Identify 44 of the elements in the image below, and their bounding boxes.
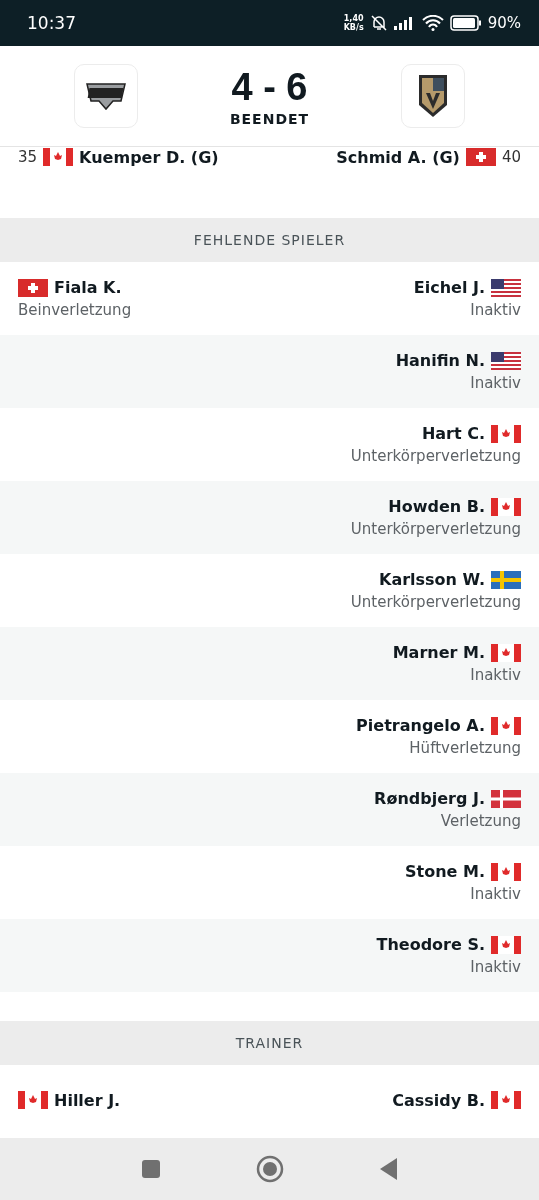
player-name: Stone M.	[405, 862, 485, 881]
absence-reason: Inaktiv	[470, 301, 521, 319]
player-name: Karlsson W.	[379, 570, 485, 589]
player-name: Kuemper D. (G)	[79, 147, 219, 167]
battery-icon	[449, 15, 482, 31]
player-name: Theodore S.	[376, 935, 485, 954]
match-status: BEENDET	[229, 110, 310, 127]
player-name: Pietrangelo A.	[356, 716, 485, 735]
absence-reason: Unterkörperverletzung	[350, 520, 521, 538]
net-speed: 1,40	[343, 14, 364, 23]
player-name: Hart C.	[421, 424, 485, 443]
absence-reason: Inaktiv	[470, 666, 521, 684]
absence-reason: Verletzung	[440, 812, 521, 830]
player-name: Howden B.	[388, 497, 485, 516]
section-header: TRAINER	[0, 1021, 539, 1065]
absence-reason: Hüftverletzung	[409, 739, 521, 757]
player-name: Schmid A. (G)	[336, 147, 460, 167]
player-name: Hiller J.	[54, 1090, 121, 1110]
square-icon[interactable]	[140, 1159, 161, 1179]
absence-reason: Unterkörperverletzung	[350, 593, 521, 611]
player-name: Hanifin N.	[395, 351, 485, 370]
player-name: Fiala K.	[54, 278, 122, 297]
absence-reason: Inaktiv	[470, 885, 521, 903]
jersey-number: 35	[18, 148, 38, 166]
battery-level: 90%	[487, 14, 521, 32]
jersey-number: 40	[501, 148, 521, 166]
score: 4 - 6	[231, 65, 308, 109]
absence-reason: Inaktiv	[470, 958, 521, 976]
wifi-icon	[421, 15, 444, 31]
absence-reason: Beinverletzung	[18, 301, 132, 319]
player-name: Cassidy B.	[392, 1090, 485, 1110]
team-logo[interactable]	[401, 64, 465, 128]
net-speed-unit: KB/s	[343, 23, 364, 32]
clock: 10:37	[27, 13, 76, 33]
absence-reason: Inaktiv	[470, 374, 521, 392]
back-icon[interactable]	[378, 1157, 399, 1181]
absence-reason: Unterkörperverletzung	[350, 447, 521, 465]
player-name: Røndbjerg J.	[374, 789, 485, 808]
section-header: FEHLENDE SPIELER	[0, 218, 539, 262]
bell-off-icon	[369, 14, 388, 32]
home-icon[interactable]	[255, 1155, 284, 1183]
player-name: Eichel J.	[413, 278, 485, 297]
team-logo[interactable]	[74, 64, 138, 128]
player-name: Marner M.	[392, 643, 485, 662]
